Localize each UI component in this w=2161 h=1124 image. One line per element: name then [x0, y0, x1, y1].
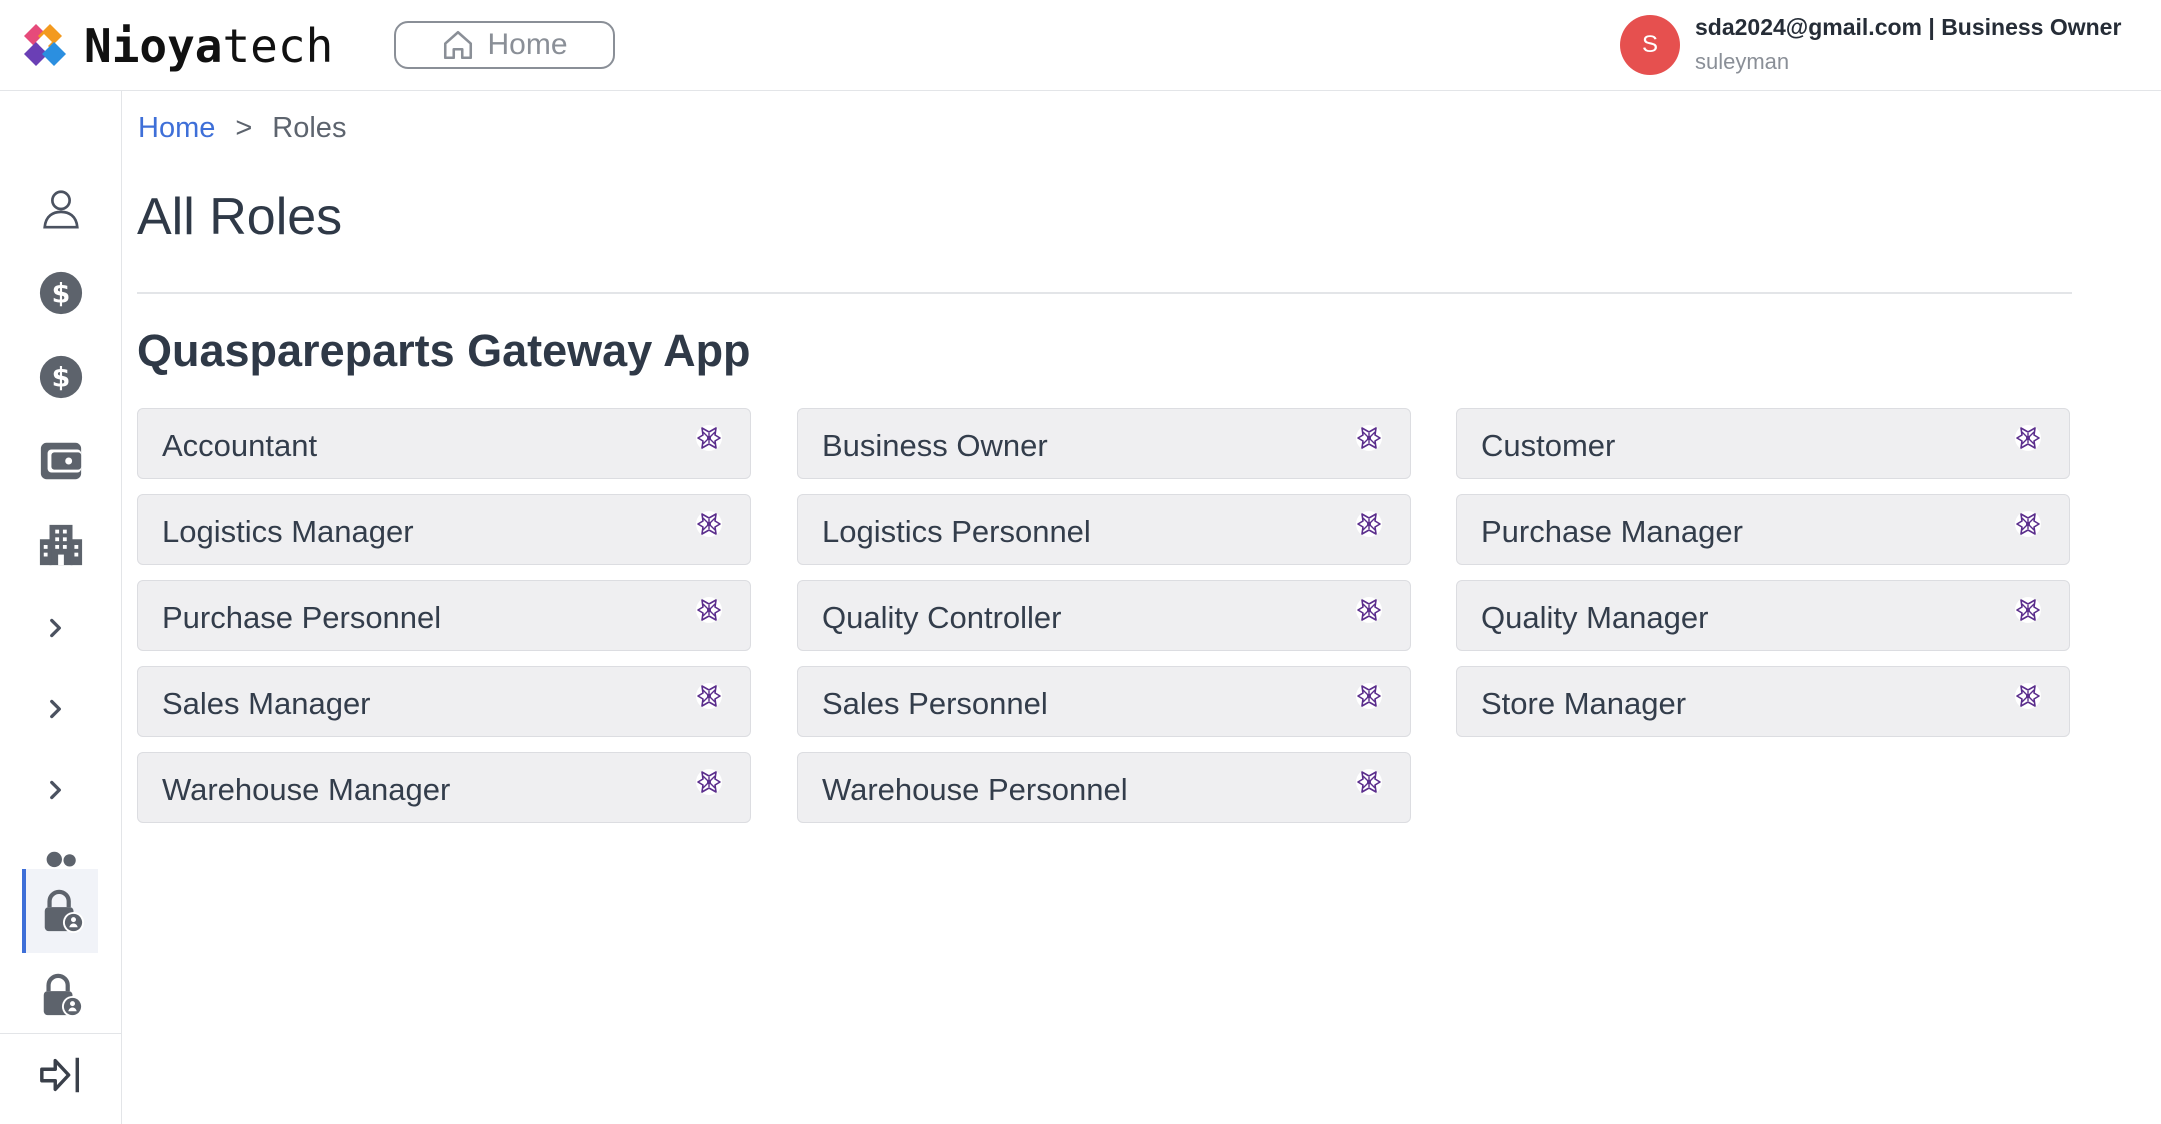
role-settings-icon[interactable] — [2013, 595, 2043, 625]
home-icon — [444, 30, 473, 60]
chevron-right-icon — [50, 699, 61, 719]
logo-icon — [24, 24, 66, 66]
collapse-sidebar-icon — [40, 1057, 80, 1093]
logo-text: Nioyatech — [84, 19, 334, 73]
role-card[interactable]: Warehouse Personnel — [797, 752, 1411, 823]
lock-user-icon — [43, 973, 84, 1018]
wallet-icon — [40, 442, 82, 480]
sidebar-divider — [0, 1033, 122, 1034]
role-settings-icon[interactable] — [2013, 509, 2043, 539]
role-label: Quality Controller — [822, 600, 1062, 635]
sidebar-collapse-button[interactable] — [24, 1035, 98, 1115]
nioyatech-logo[interactable]: Nioyatech — [22, 18, 333, 74]
building-icon — [39, 524, 83, 566]
role-settings-icon[interactable] — [1354, 423, 1384, 453]
avatar[interactable]: S — [1620, 15, 1680, 75]
breadcrumb-home-link[interactable]: Home — [138, 112, 215, 145]
sidebar-expand-1[interactable] — [18, 588, 92, 668]
top-bar: Nioyatech Home S sda2024@gmail.com | Bus… — [0, 0, 2161, 91]
home-button-label: Home — [487, 28, 568, 61]
role-settings-icon[interactable] — [1354, 509, 1384, 539]
home-button[interactable]: Home — [394, 21, 615, 69]
role-settings-icon[interactable] — [694, 509, 724, 539]
breadcrumb-separator: > — [235, 112, 253, 144]
role-settings-icon[interactable] — [1354, 767, 1384, 797]
role-card[interactable]: Warehouse Manager — [137, 752, 751, 823]
section-title: Quaspareparts Gateway App — [137, 325, 751, 376]
role-label: Warehouse Personnel — [822, 772, 1128, 807]
title-divider — [137, 292, 2072, 294]
sidebar-expand-2[interactable] — [18, 669, 92, 749]
sidebar-item-profile[interactable] — [24, 169, 98, 249]
sidebar-item-finance[interactable]: $ — [24, 253, 98, 333]
role-settings-icon[interactable] — [1354, 681, 1384, 711]
sidebar-item-roles[interactable] — [22, 869, 98, 953]
role-label: Store Manager — [1481, 686, 1687, 721]
role-card[interactable]: Logistics Manager — [137, 494, 751, 565]
chevron-right-icon — [50, 618, 61, 638]
role-label: Business Owner — [822, 428, 1048, 463]
role-settings-icon[interactable] — [2013, 423, 2043, 453]
dollar-circle-icon: $ — [39, 271, 83, 315]
role-card[interactable]: Sales Personnel — [797, 666, 1411, 737]
sidebar-item-payments[interactable]: $ — [24, 337, 98, 417]
role-label: Accountant — [162, 428, 318, 463]
role-label: Purchase Personnel — [162, 600, 442, 635]
svg-text:$: $ — [52, 363, 71, 394]
dollar-circle-icon: $ — [39, 355, 83, 399]
sidebar-item-company[interactable] — [24, 505, 98, 585]
lock-user-icon — [44, 889, 85, 934]
breadcrumb: Home > Roles — [138, 112, 346, 145]
role-card[interactable]: Logistics Personnel — [797, 494, 1411, 565]
chevron-right-icon — [50, 780, 61, 800]
role-settings-icon[interactable] — [1354, 595, 1384, 625]
role-label: Logistics Manager — [162, 514, 414, 549]
sidebar-item-wallet[interactable] — [24, 421, 98, 501]
role-settings-icon[interactable] — [694, 767, 724, 797]
role-label: Customer — [1481, 428, 1616, 463]
role-card[interactable]: Quality Manager — [1456, 580, 2070, 651]
role-card[interactable]: Accountant — [137, 408, 751, 479]
user-name: suleyman — [1695, 49, 1790, 74]
role-card[interactable]: Customer — [1456, 408, 2070, 479]
svg-text:$: $ — [52, 279, 71, 310]
page-title: All Roles — [137, 188, 343, 246]
role-label: Quality Manager — [1481, 600, 1709, 635]
role-settings-icon[interactable] — [2013, 681, 2043, 711]
role-label: Logistics Personnel — [822, 514, 1091, 549]
sidebar-expand-3[interactable] — [18, 750, 92, 830]
role-label: Sales Manager — [162, 686, 371, 721]
sidebar: $ $ — [0, 91, 122, 1124]
user-outline-icon — [43, 190, 79, 229]
sidebar-item-permissions[interactable] — [24, 955, 98, 1035]
role-label: Purchase Manager — [1481, 514, 1743, 549]
user-email-role: sda2024@gmail.com | Business Owner — [1695, 14, 2122, 40]
breadcrumb-current: Roles — [272, 112, 347, 144]
role-settings-icon[interactable] — [694, 595, 724, 625]
role-card[interactable]: Store Manager — [1456, 666, 2070, 737]
role-card[interactable]: Purchase Manager — [1456, 494, 2070, 565]
role-settings-icon[interactable] — [694, 681, 724, 711]
role-card[interactable]: Quality Controller — [797, 580, 1411, 651]
role-card[interactable]: Purchase Personnel — [137, 580, 751, 651]
role-label: Warehouse Manager — [162, 772, 451, 807]
role-label: Sales Personnel — [822, 686, 1048, 721]
role-card[interactable]: Business Owner — [797, 408, 1411, 479]
role-settings-icon[interactable] — [694, 423, 724, 453]
role-card[interactable]: Sales Manager — [137, 666, 751, 737]
